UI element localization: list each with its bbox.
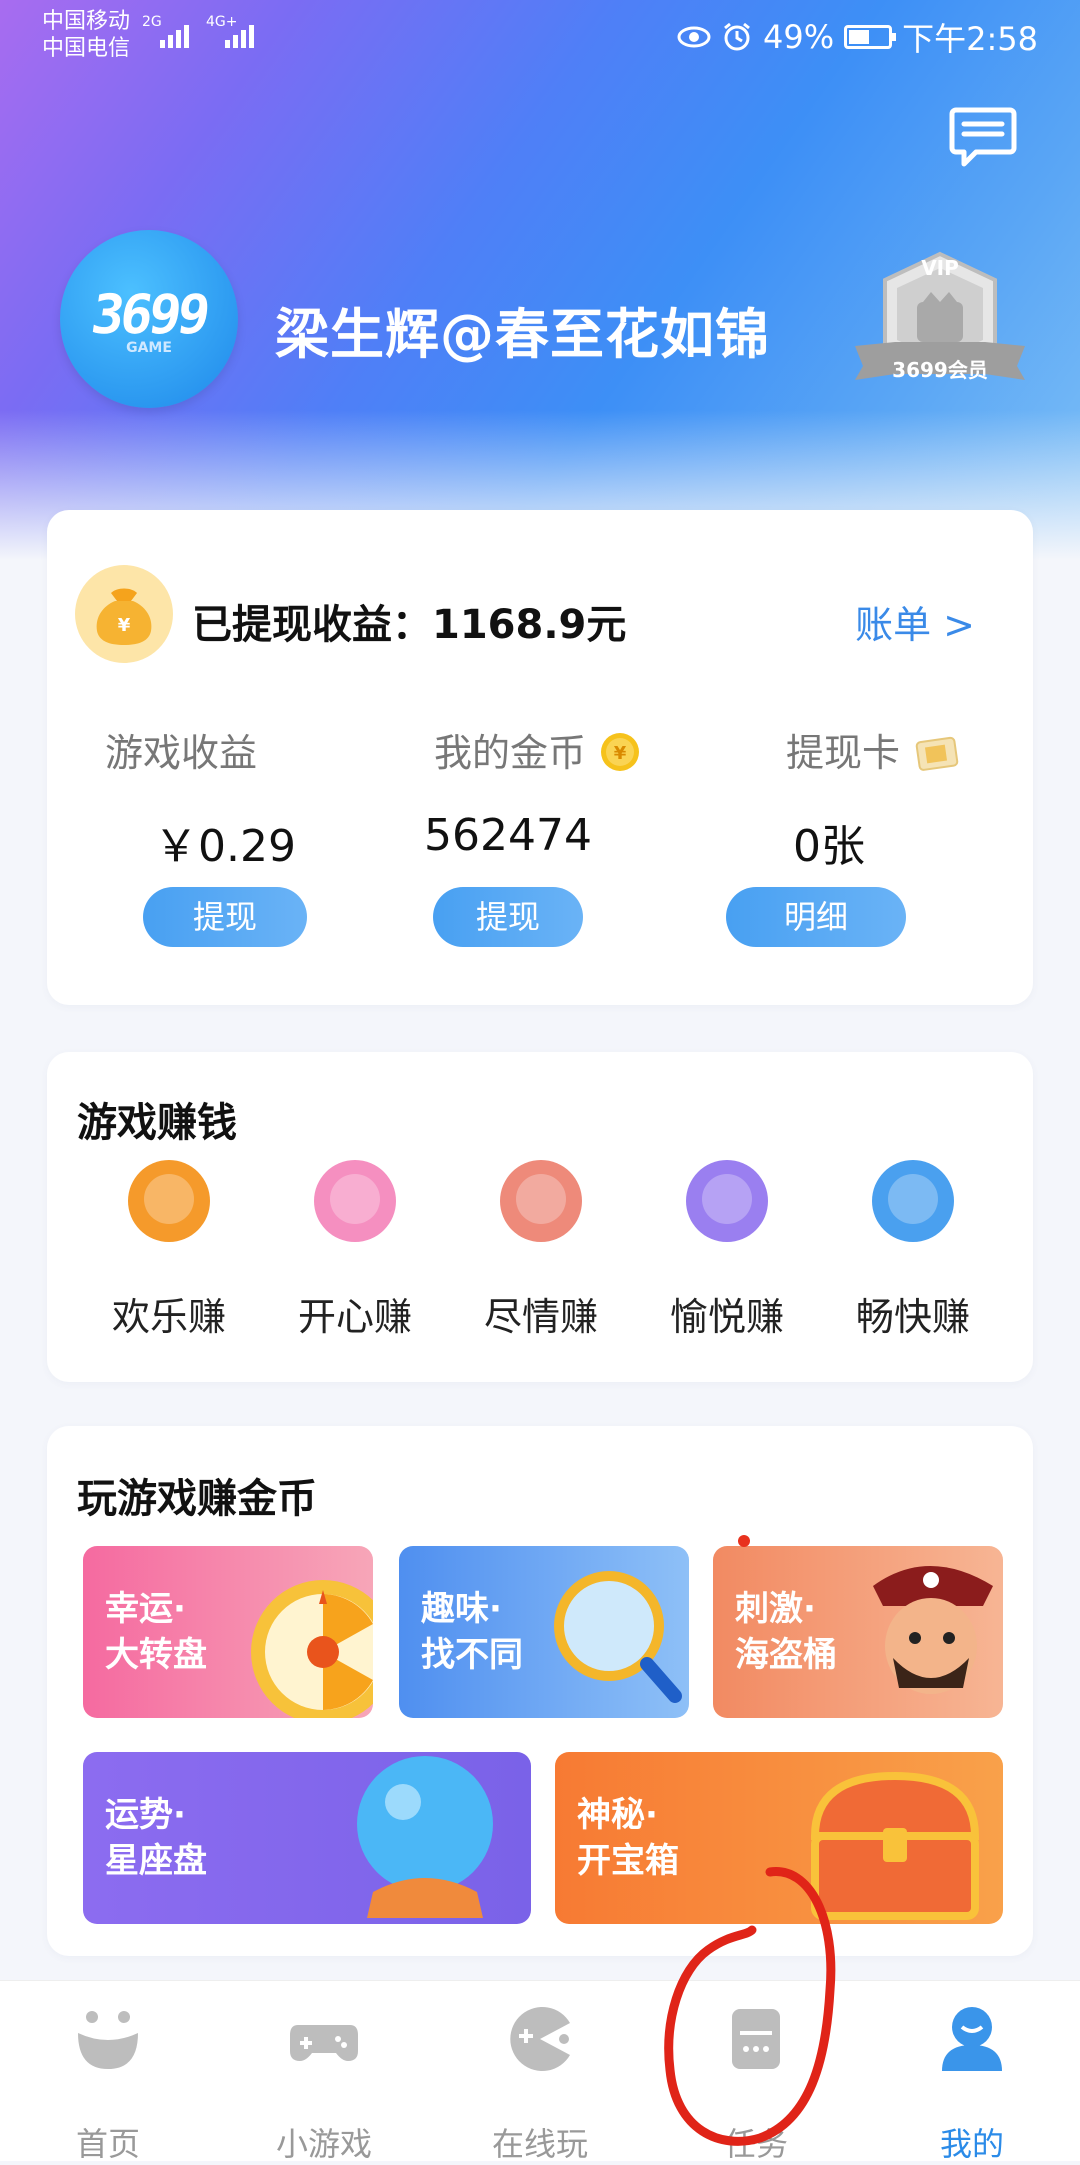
- game-earn-title: 游戏赚钱: [77, 1100, 237, 1146]
- boar-mascot-icon: [500, 1160, 582, 1242]
- avatar[interactable]: 3699 GAME: [60, 230, 238, 408]
- game-item-label: 畅快赚: [855, 1295, 970, 1339]
- nav-online-play[interactable]: 在线玩: [432, 1981, 648, 2163]
- nav-label: 我的: [939, 2125, 1004, 2163]
- lion-mascot-icon: [128, 1160, 210, 1242]
- magnifier-icon: [554, 1571, 682, 1703]
- coin-games-section: 玩游戏赚金币 幸运· 大转盘 趣味· 找不同 刺激· 海盗桶 运势· 星座盘 神秘· 开宝…: [47, 1426, 1033, 1956]
- vip-badge[interactable]: VIP 3699会员: [845, 250, 1035, 390]
- game-earnings-value: ￥0.29: [154, 821, 296, 872]
- tile-line1: 刺激·: [735, 1589, 816, 1629]
- game-item-jinqing[interactable]: 尽情赚: [451, 1160, 631, 1341]
- ticket-icon: [915, 736, 959, 771]
- nav-tasks[interactable]: 任务: [648, 1981, 864, 2163]
- pig-mascot-icon: [314, 1160, 396, 1242]
- withdraw-card-value: 0张: [793, 821, 865, 872]
- message-icon[interactable]: [948, 106, 1018, 168]
- pirate-barrel-tile[interactable]: 刺激· 海盗桶: [713, 1546, 1003, 1718]
- network-type-1: 2G: [142, 14, 162, 30]
- prize-wheel-icon: [251, 1580, 373, 1718]
- signal-icon: [160, 18, 189, 48]
- battery-icon: [844, 25, 897, 49]
- tile-line2: 星座盘: [105, 1841, 207, 1881]
- withdraw-card-label-wrap: 提现卡: [723, 722, 1023, 777]
- pacman-icon: [510, 2007, 570, 2071]
- network-type-2: 4G+: [206, 14, 238, 30]
- my-coins-value: 562474: [424, 810, 592, 861]
- earnings-card: ¥ 已提现收益：1168.9元 账单 > 游戏收益 ￥0.29 提现 我的金币 …: [47, 510, 1033, 1005]
- nav-home[interactable]: 首页: [0, 1981, 216, 2163]
- nav-mine[interactable]: 我的: [864, 1981, 1080, 2163]
- find-difference-tile[interactable]: 趣味· 找不同: [399, 1546, 689, 1718]
- alarm-icon: [724, 22, 750, 51]
- vip-badge-label: 3699会员: [892, 358, 988, 382]
- tile-line1: 幸运·: [105, 1589, 186, 1629]
- tile-line1: 趣味·: [421, 1589, 502, 1629]
- carrier-1: 中国移动: [42, 9, 131, 34]
- money-bag-icon: ¥: [75, 565, 173, 663]
- game-item-label: 尽情赚: [483, 1295, 598, 1339]
- details-button[interactable]: 明细: [726, 887, 906, 947]
- eye-comfort-icon: [677, 26, 711, 48]
- withdraw-coins-button[interactable]: 提现: [433, 887, 583, 947]
- gold-coin-icon: ¥: [601, 733, 640, 771]
- coin-games-title: 玩游戏赚金币: [77, 1476, 317, 1522]
- clock: 下午2:58: [902, 20, 1038, 58]
- my-coins-label: 我的金币: [433, 731, 586, 775]
- game-item-huanle[interactable]: 欢乐赚: [79, 1160, 259, 1341]
- game-item-label: 开心赚: [297, 1295, 412, 1339]
- bill-link[interactable]: 账单 >: [855, 594, 975, 649]
- smiley-home-icon: [78, 2011, 138, 2069]
- notification-dot: [738, 1535, 750, 1547]
- task-list-icon: [732, 2009, 780, 2069]
- user-profile-icon: [942, 2007, 1002, 2071]
- game-item-kaixin[interactable]: 开心赚: [265, 1160, 445, 1341]
- treasure-box-tile[interactable]: 神秘· 开宝箱: [555, 1752, 1003, 1924]
- game-item-label: 愉悦赚: [669, 1295, 784, 1339]
- pirate-icon: [873, 1566, 993, 1694]
- bottom-navigation: 首页 小游戏 在线玩 任务 我的: [0, 1980, 1080, 2163]
- tile-line2: 大转盘: [105, 1635, 207, 1675]
- elephant-mascot-icon: [686, 1160, 768, 1242]
- withdraw-earnings-button[interactable]: 提现: [143, 887, 307, 947]
- gamepad-icon: [290, 2025, 358, 2061]
- crystal-ball-icon: [357, 1756, 493, 1918]
- username: 梁生辉@春至花如锦: [275, 303, 770, 366]
- game-item-changkuai[interactable]: 畅快赚: [823, 1160, 1003, 1341]
- status-bar: 中国移动 中国电信 2G 4G+ 49% 下午2:58: [0, 0, 1080, 70]
- withdraw-card-label: 提现卡: [785, 731, 900, 775]
- tile-line2: 找不同: [421, 1635, 523, 1675]
- withdrawn-earnings-title: 已提现收益：1168.9元: [192, 602, 627, 648]
- carrier-info: 中国移动 中国电信: [42, 8, 130, 62]
- svg-text:¥: ¥: [118, 615, 131, 636]
- game-earn-section: 游戏赚钱 欢乐赚 开心赚 尽情赚 愉悦赚 畅快赚: [47, 1052, 1033, 1382]
- nav-mini-games[interactable]: 小游戏: [216, 1981, 432, 2163]
- treasure-chest-icon: [810, 1771, 980, 1920]
- horoscope-tile[interactable]: 运势· 星座盘: [83, 1752, 531, 1924]
- lucky-wheel-tile[interactable]: 幸运· 大转盘: [83, 1546, 373, 1718]
- vip-badge-top: VIP: [921, 256, 959, 280]
- bird-mascot-icon: [872, 1160, 954, 1242]
- nav-label: 在线玩: [491, 2125, 588, 2163]
- tile-line2: 海盗桶: [735, 1635, 837, 1675]
- tile-line1: 运势·: [105, 1795, 186, 1835]
- my-coins-label-wrap: 我的金币 ¥: [388, 722, 688, 777]
- tile-line2: 开宝箱: [577, 1841, 679, 1881]
- battery-percent: 49%: [763, 18, 835, 56]
- avatar-logo-text: 3699: [87, 282, 211, 346]
- nav-label: 首页: [75, 2125, 140, 2163]
- carrier-2: 中国电信: [42, 36, 131, 61]
- nav-label: 小游戏: [275, 2125, 372, 2163]
- nav-label: 任务: [723, 2125, 788, 2163]
- svg-text:¥: ¥: [614, 743, 627, 764]
- tile-line1: 神秘·: [577, 1795, 658, 1835]
- game-item-label: 欢乐赚: [111, 1295, 226, 1339]
- game-item-yuyue[interactable]: 愉悦赚: [637, 1160, 817, 1341]
- game-earnings-label: 游戏收益: [105, 731, 258, 775]
